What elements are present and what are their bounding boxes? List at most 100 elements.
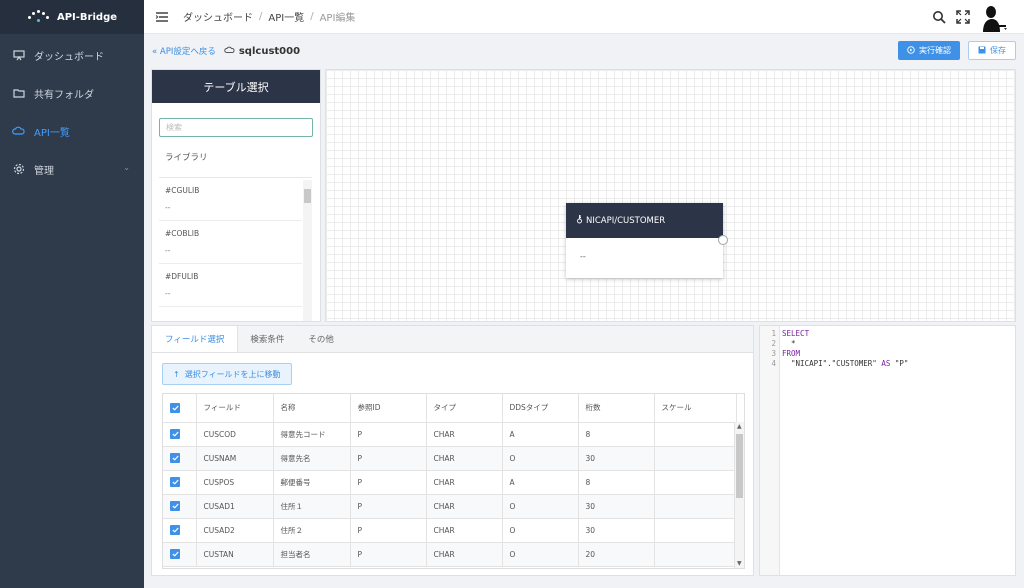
cell-type: CHAR — [426, 494, 503, 519]
run-check-button[interactable]: 実行確認 — [898, 41, 960, 60]
editor-subbar: « API設定へ戻る sqlcust000 実行確認 保存 — [144, 35, 1024, 67]
cell-ref: P — [350, 446, 427, 471]
move-selected-up-button[interactable]: ↑ 選択フィールドを上に移動 — [162, 363, 292, 385]
column-header: 名称 — [273, 394, 351, 423]
tab-search-conditions[interactable]: 検索条件 — [238, 326, 296, 352]
cell-ref: P — [350, 542, 427, 567]
table-row[interactable]: CUSAD2 住所２ P CHAR O 30 — [163, 518, 737, 543]
code-text: "NICAPI"."CUSTOMER" AS "P" — [782, 359, 908, 369]
cloud-icon — [12, 125, 25, 138]
cell-scale — [654, 446, 737, 471]
cell-len: 8 — [578, 470, 655, 495]
row-checkbox[interactable] — [163, 446, 197, 471]
table-node-body: -- — [580, 252, 586, 261]
fullscreen-icon[interactable] — [956, 9, 970, 27]
cell-field: CUSAD2 — [196, 518, 274, 543]
sql-text: * — [782, 339, 796, 348]
header-tools — [932, 4, 1010, 32]
tab-other[interactable]: その他 — [296, 326, 346, 352]
app-title: API-Bridge — [56, 11, 118, 23]
sidebar-item-api-list[interactable]: API一覧 — [0, 112, 144, 150]
table-search-input[interactable]: 検索 — [159, 118, 313, 137]
fields-scrollbar[interactable]: ▲ ▼ — [734, 422, 744, 568]
row-checkbox[interactable] — [163, 470, 197, 495]
user-avatar[interactable] — [980, 4, 1010, 32]
row-checkbox[interactable] — [163, 422, 197, 447]
table-row[interactable]: CUSCOD 得意先コード P CHAR A 8 — [163, 422, 737, 447]
sidebar-item-dashboard[interactable]: ダッシュボード — [0, 36, 144, 74]
cell-field: CUSCOD — [196, 422, 274, 447]
library-name: #CGULIB — [165, 186, 200, 195]
design-canvas[interactable]: NICAPI/CUSTOMER -- — [325, 69, 1016, 322]
cell-scale — [654, 518, 737, 543]
library-desc: -- — [165, 203, 171, 212]
breadcrumb-api-list[interactable]: API一覧 — [268, 9, 304, 24]
line-number: 2 — [771, 339, 776, 348]
cell-ref: P — [350, 422, 427, 447]
search-icon[interactable] — [932, 10, 946, 27]
cell-type: CHAR — [426, 446, 503, 471]
table-header-row: フィールド 名称 参照ID タイプ DDSタイプ 桁数 スケール — [163, 394, 737, 423]
cell-type: CHAR — [426, 518, 503, 543]
cell-name: 得意先名 — [273, 446, 351, 471]
row-checkbox[interactable] — [163, 494, 197, 519]
library-desc: -- — [165, 246, 171, 255]
cell-len: 30 — [578, 518, 655, 543]
scroll-down-icon[interactable]: ▼ — [737, 560, 742, 567]
library-desc: -- — [165, 289, 171, 298]
code-line: 4 "NICAPI"."CUSTOMER" AS "P" — [760, 359, 1016, 369]
fields-table: フィールド 名称 参照ID タイプ DDSタイプ 桁数 スケール CUSCOD 得… — [162, 393, 745, 569]
sidebar-item-label: 管理 — [34, 165, 54, 177]
sidebar: API-Bridge ダッシュボード 共有フォルダ API一覧 管理 ⌄ — [0, 0, 144, 588]
fields-tabs: フィールド選択 検索条件 その他 — [152, 326, 753, 353]
brand-logo-icon — [27, 10, 49, 24]
cell-name: 担当者名 — [273, 542, 351, 567]
sidebar-item-label: ダッシュボード — [34, 51, 104, 63]
sidebar-item-label: API一覧 — [34, 127, 70, 139]
cell-len: 30 — [578, 446, 655, 471]
library-list: #CGULIB -- #COBLIB -- #DFULIB -- — [159, 177, 312, 321]
cell-scale — [654, 422, 737, 447]
save-button[interactable]: 保存 — [968, 41, 1016, 60]
connector-port[interactable] — [718, 235, 728, 245]
code-text: SELECT — [782, 329, 809, 339]
save-label: 保存 — [990, 46, 1006, 55]
library-header: ライブラリ — [165, 153, 208, 163]
cell-ref: P — [350, 494, 427, 519]
sql-keyword: SELECT — [782, 329, 810, 338]
back-to-api-settings-link[interactable]: « API設定へ戻る — [152, 45, 216, 57]
brand[interactable]: API-Bridge — [0, 0, 144, 34]
list-item[interactable]: #COBLIB -- — [159, 221, 302, 264]
table-node[interactable]: NICAPI/CUSTOMER -- — [566, 203, 728, 278]
list-item[interactable]: #CGULIB -- — [159, 178, 302, 221]
scroll-up-icon[interactable]: ▲ — [737, 423, 742, 430]
breadcrumb-dashboard[interactable]: ダッシュボード — [183, 9, 253, 24]
sidebar-item-shared-folder[interactable]: 共有フォルダ — [0, 74, 144, 112]
row-checkbox[interactable] — [163, 518, 197, 543]
sidebar-item-admin[interactable]: 管理 ⌄ — [0, 150, 144, 188]
sql-editor[interactable]: 1 SELECT 2 * 3 FROM 4 "NICAPI"."CUSTOMER" AS … — [759, 325, 1016, 576]
list-item[interactable]: #DFULIB -- — [159, 264, 302, 307]
table-row[interactable]: CUSPOS 郵便番号 P CHAR A 8 — [163, 470, 737, 495]
api-name: sqlcust000 — [238, 45, 301, 57]
library-scrollbar[interactable] — [303, 180, 312, 321]
scrollbar-thumb[interactable] — [736, 434, 743, 498]
tab-field-select[interactable]: フィールド選択 — [152, 326, 239, 352]
cell-dds: A — [502, 422, 579, 447]
menu-toggle-icon[interactable] — [155, 11, 169, 23]
column-header: フィールド — [196, 394, 274, 423]
cell-field: CUSPOS — [196, 470, 274, 495]
table-node-header[interactable]: NICAPI/CUSTOMER — [566, 203, 723, 238]
line-number: 4 — [771, 359, 776, 368]
library-name: #COBLIB — [165, 229, 200, 238]
scrollbar-thumb[interactable] — [304, 189, 311, 203]
table-row[interactable]: CUSAD1 住所１ P CHAR O 30 — [163, 494, 737, 519]
play-circle-icon — [907, 45, 915, 56]
select-all-checkbox[interactable] — [163, 394, 197, 423]
cell-name: 住所２ — [273, 518, 351, 543]
table-row[interactable]: CUSTAN 担当者名 P CHAR O 20 — [163, 542, 737, 567]
code-text: FROM — [782, 349, 800, 359]
row-checkbox[interactable] — [163, 542, 197, 567]
table-row[interactable]: CUSNAM 得意先名 P CHAR O 30 — [163, 446, 737, 471]
cell-dds: O — [502, 542, 579, 567]
